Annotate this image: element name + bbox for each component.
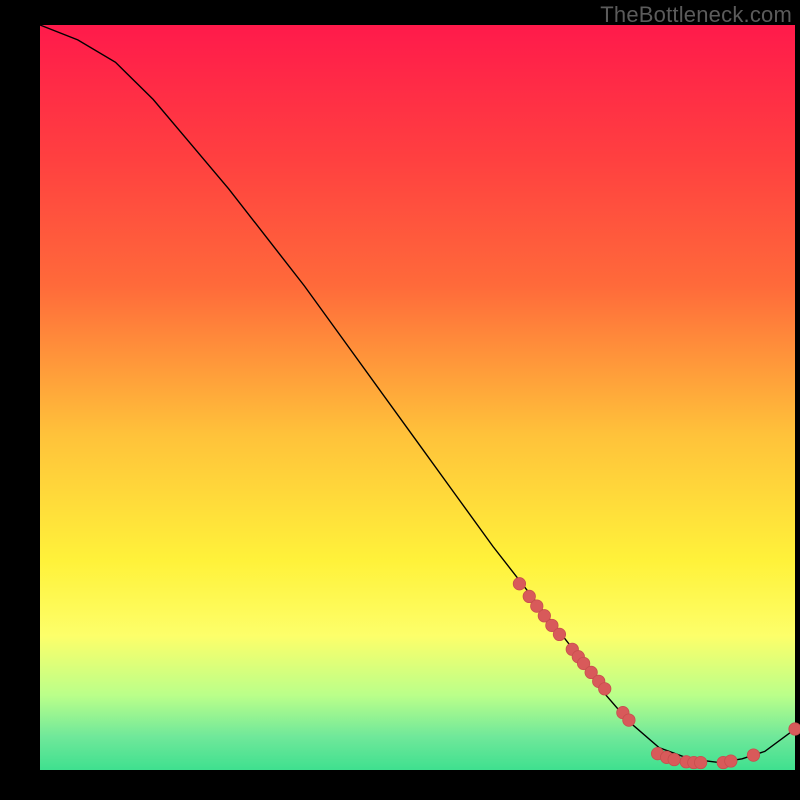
data-point [513,578,525,590]
data-point [599,683,611,695]
bottleneck-chart [0,0,800,800]
data-point [789,723,800,735]
data-point [747,749,759,761]
data-point [725,755,737,767]
chart-frame: TheBottleneck.com [0,0,800,800]
data-point [668,753,680,765]
gradient-background [40,25,795,770]
watermark-text: TheBottleneck.com [600,2,792,28]
data-point [623,714,635,726]
data-point [553,628,565,640]
data-point [694,756,706,768]
